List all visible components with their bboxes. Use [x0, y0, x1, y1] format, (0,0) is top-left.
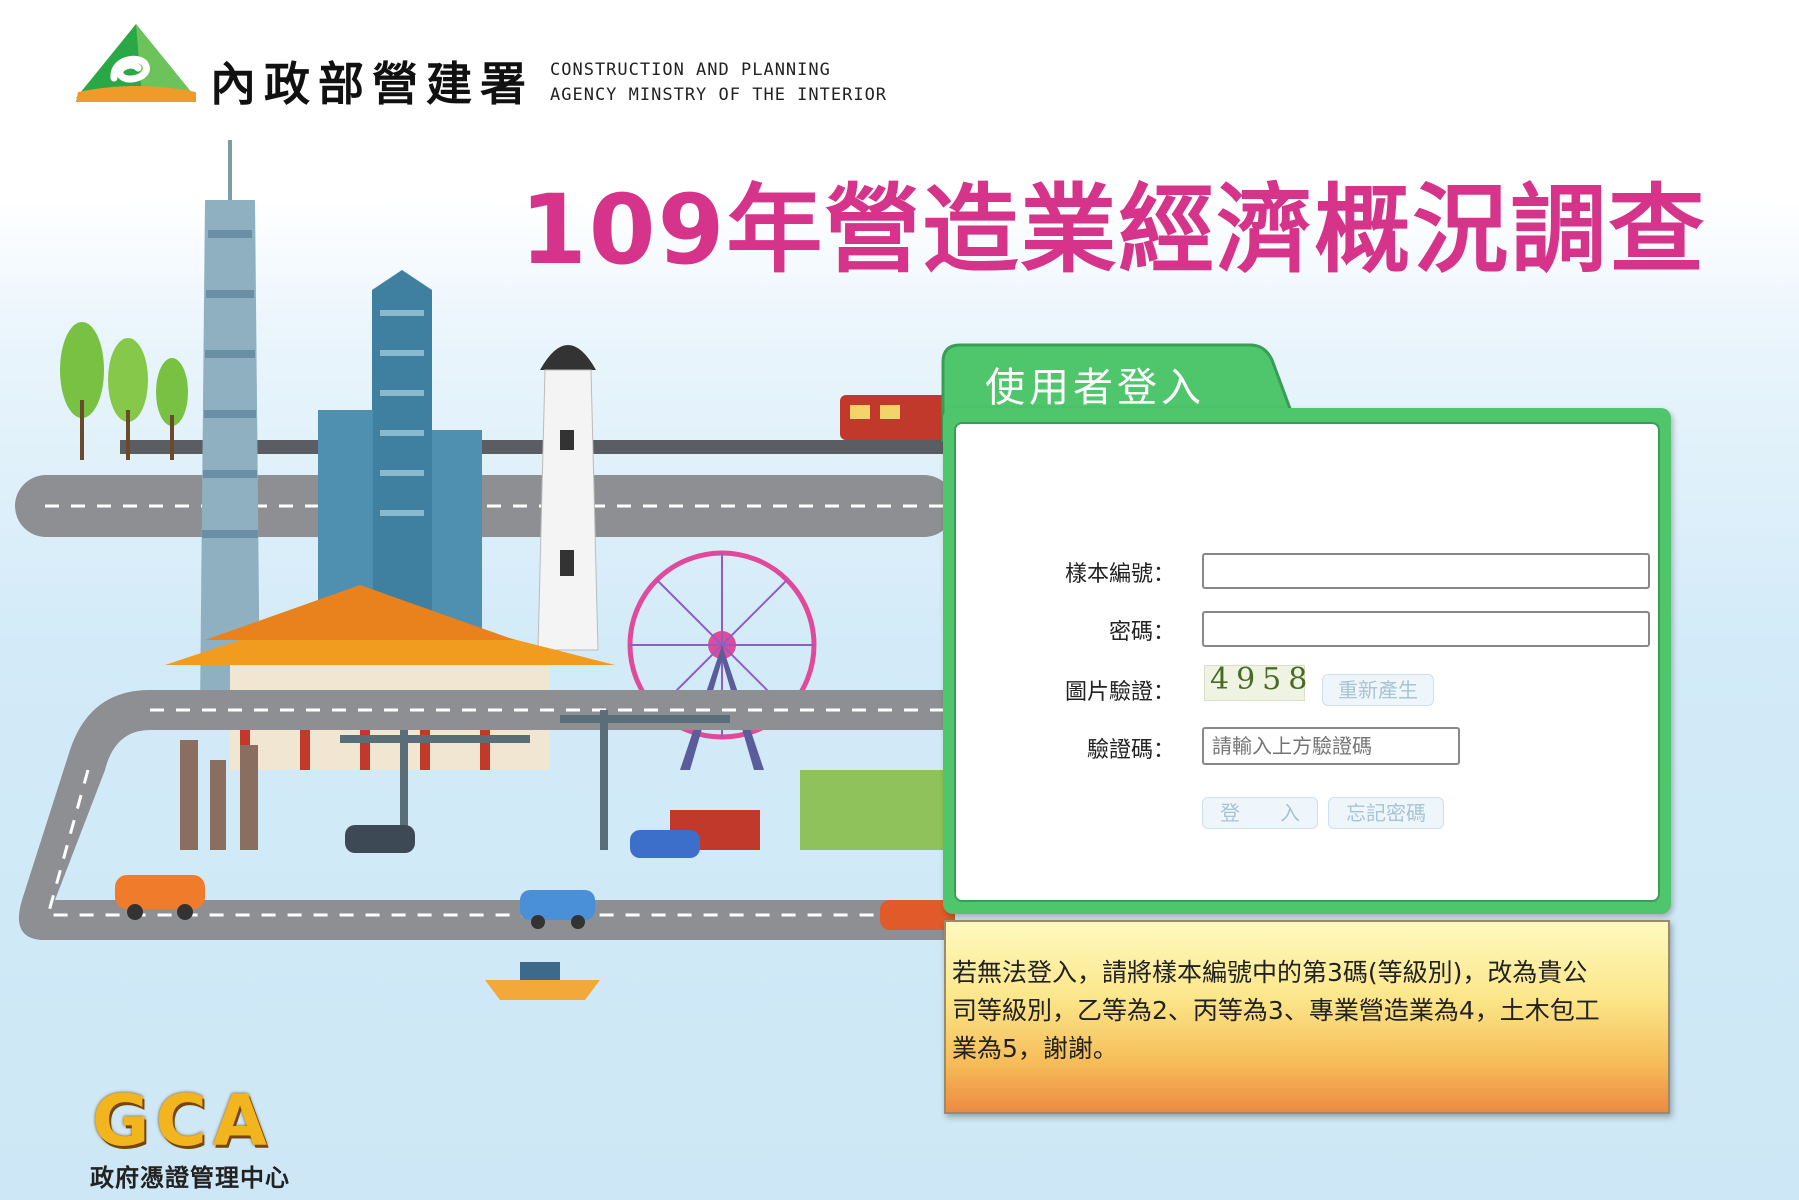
- password-input[interactable]: [1202, 611, 1650, 647]
- login-button[interactable]: 登 入: [1202, 797, 1318, 829]
- agency-name-zh: 內政部營建署: [210, 57, 534, 111]
- agency-logo-icon: [76, 24, 196, 102]
- agency-name-en: CONSTRUCTION AND PLANNING AGENCY MINSTRY…: [550, 58, 887, 108]
- login-title: 使用者登入: [985, 365, 1205, 411]
- sample-id-label: 樣本編號：: [1064, 562, 1175, 587]
- notice-text: 若無法登入，請將樣本編號中的第3碼(等級別)，改為貴公司等級別，乙等為2、丙等為…: [952, 958, 1600, 1063]
- gca-caption: 政府憑證管理中心: [90, 1164, 290, 1192]
- captcha-image-label: 圖片驗證：: [1064, 680, 1175, 705]
- city-scenery-illustration: [15, 140, 960, 1000]
- captcha-input[interactable]: [1202, 727, 1460, 765]
- agency-name-en-line2: AGENCY MINSTRY OF THE INTERIOR: [550, 85, 888, 105]
- password-label: 密碼：: [1108, 620, 1175, 645]
- forgot-password-button[interactable]: 忘記密碼: [1328, 797, 1444, 829]
- captcha-code: 4958: [1210, 662, 1315, 697]
- regenerate-captcha-button[interactable]: 重新產生: [1322, 674, 1434, 706]
- gca-logo: GCA: [92, 1080, 274, 1162]
- captcha-input-label: 驗證碼：: [1086, 738, 1175, 763]
- agency-name-en-line1: CONSTRUCTION AND PLANNING: [550, 60, 831, 80]
- sample-id-input[interactable]: [1202, 553, 1650, 589]
